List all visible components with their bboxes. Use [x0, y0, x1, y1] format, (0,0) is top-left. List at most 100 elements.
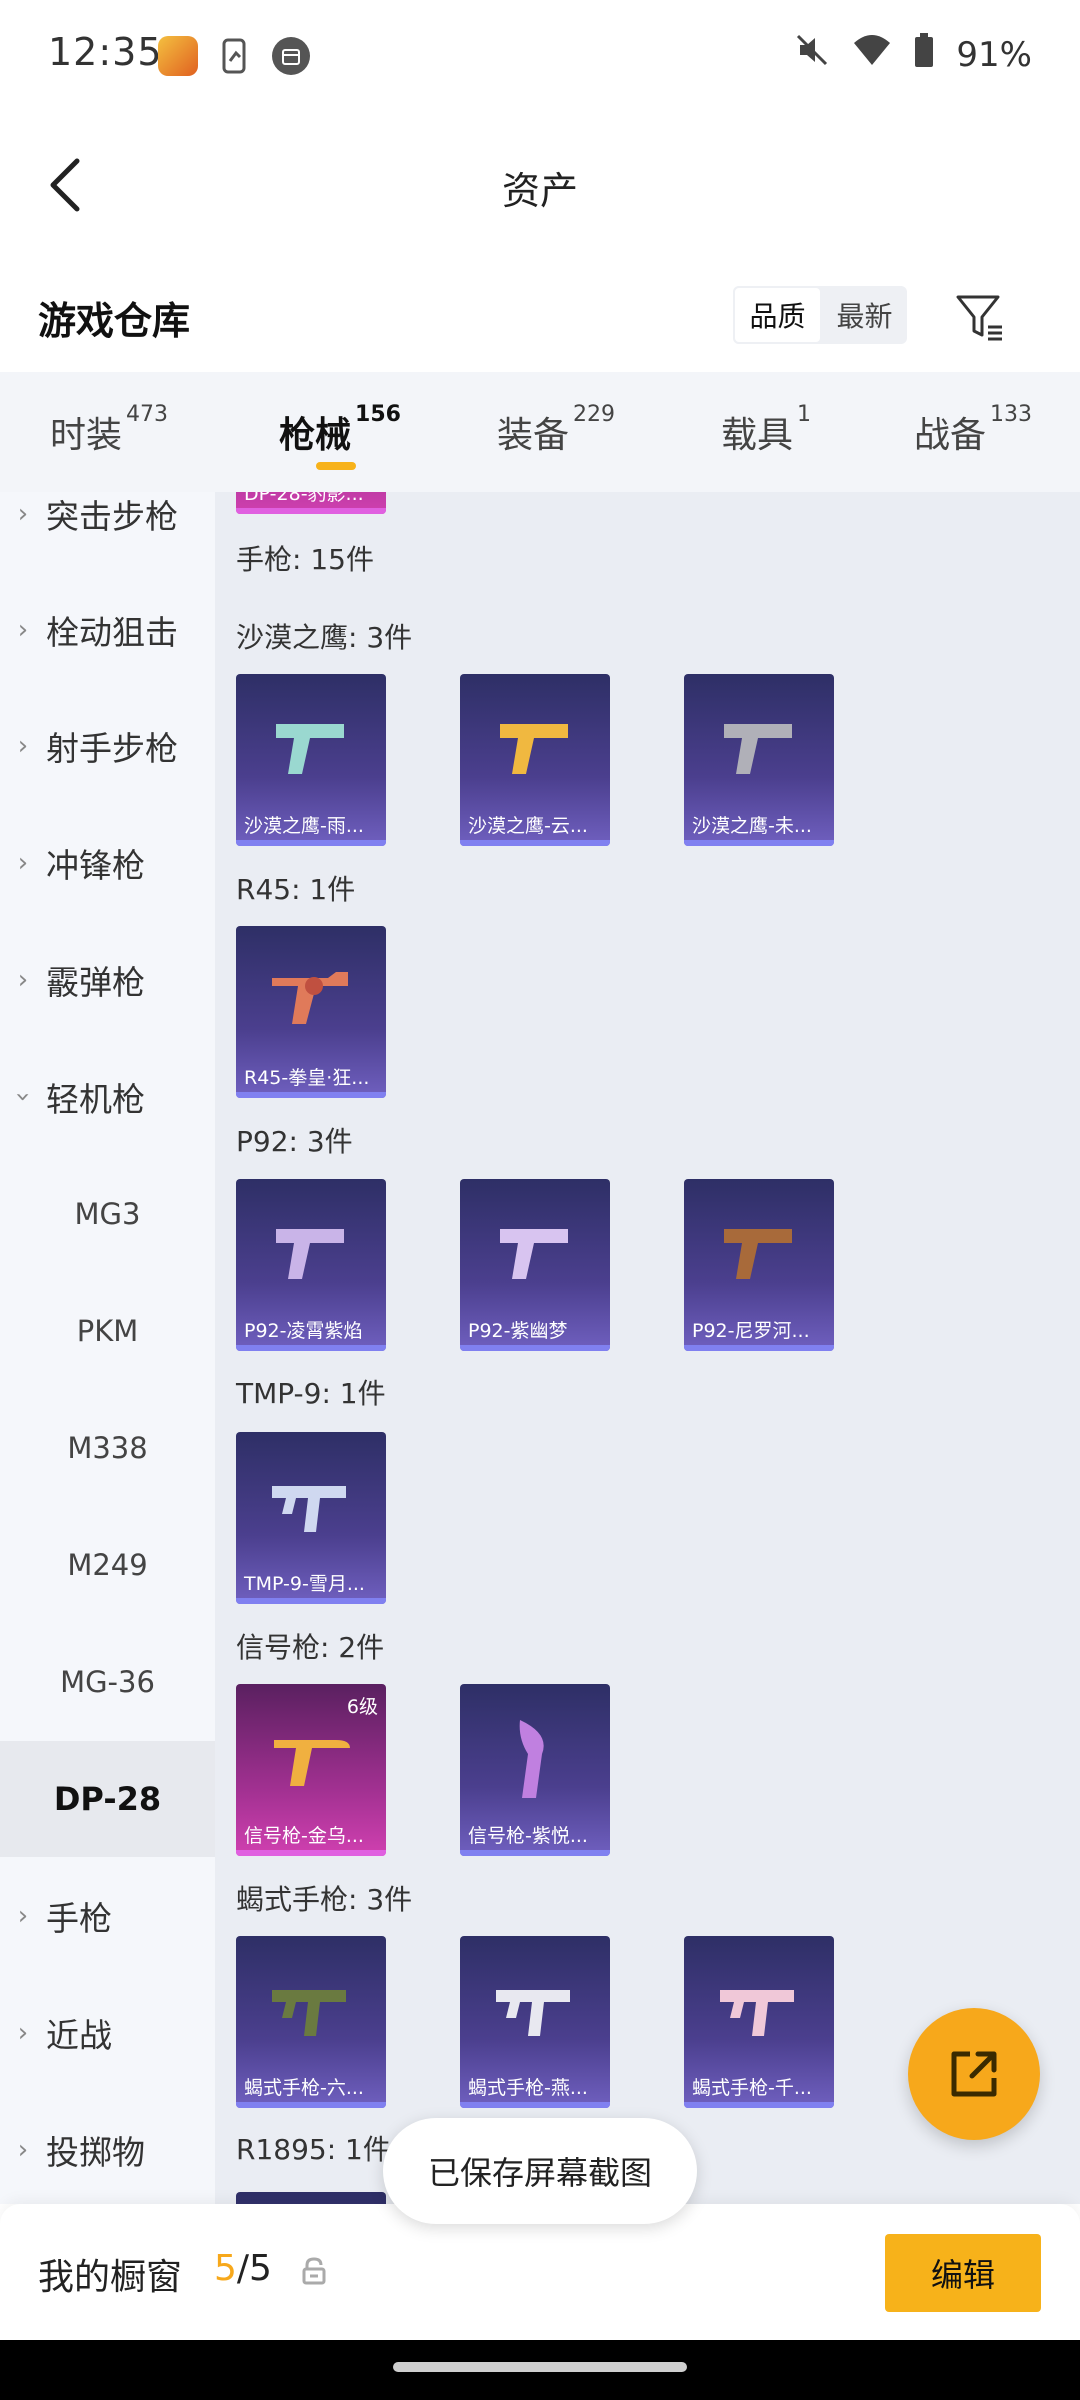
tab-count: 156: [355, 402, 401, 427]
showcase-current: 5: [214, 2248, 237, 2289]
sidebar-sub-mg36[interactable]: MG-36: [0, 1624, 215, 1740]
status-time: 12:35: [48, 30, 163, 74]
sidebar-item-shotgun[interactable]: › 霰弹枪: [0, 922, 215, 1038]
rarity-band: [684, 1345, 834, 1351]
rarity-band: [236, 2102, 386, 2108]
tab-label: 枪械: [279, 415, 352, 456]
weapon-card-name: 蝎式手枪-千...: [692, 2077, 812, 2099]
sidebar-sub-mg3[interactable]: MG3: [0, 1156, 215, 1272]
edit-button[interactable]: 编辑: [885, 2234, 1041, 2312]
showcase-label: 我的橱窗: [38, 2257, 183, 2298]
sidebar-item-label: 轻机枪: [46, 1080, 145, 1119]
app-header: 资产: [0, 110, 1080, 260]
sidebar-sub-pkm[interactable]: PKM: [0, 1273, 215, 1389]
share-button[interactable]: [908, 2008, 1040, 2140]
pistol-section-title: 手枪: 15件: [236, 543, 374, 576]
sort-quality-button[interactable]: 品质: [733, 286, 822, 344]
weapon-card[interactable]: P92-凌霄紫焰: [236, 1179, 386, 1351]
weapon-card-name: 沙漠之鹰-云...: [468, 815, 588, 837]
showcase-bar: 我的橱窗 5/5 编辑: [0, 2204, 1080, 2340]
rarity-band: [460, 1345, 610, 1351]
weapon-card[interactable]: 蝎式手枪-燕...: [460, 1936, 610, 2108]
weapon-card-name: 蝎式手枪-燕...: [468, 2077, 588, 2099]
weapon-card[interactable]: 沙漠之鹰-未...: [684, 674, 834, 846]
weapon-card-name: 蝎式手枪-六...: [244, 2077, 364, 2099]
weapon-card[interactable]: 沙漠之鹰-雨...: [236, 674, 386, 846]
filter-button[interactable]: [945, 282, 1015, 352]
status-bar: 12:35 91%: [0, 0, 1080, 110]
group-title: R45: 1件: [236, 873, 356, 906]
screenshot-saved-toast: 已保存屏幕截图: [383, 2118, 697, 2224]
weapon-card-name: 信号枪-金乌...: [244, 1825, 364, 1847]
weapon-card[interactable]: R45-拳皇·狂...: [236, 926, 386, 1098]
chevron-right-icon: ›: [17, 848, 29, 878]
sidebar-item-assault-rifle[interactable]: › 突击步枪: [0, 492, 215, 572]
weapon-card[interactable]: 蝎式手枪-六...: [236, 1936, 386, 2108]
sidebar-item-melee[interactable]: › 近战: [0, 1975, 215, 2091]
sidebar-item-throwable[interactable]: › 投掷物: [0, 2092, 215, 2204]
weapon-card[interactable]: TMP-9-雪月...: [236, 1432, 386, 1604]
active-tab-indicator: [316, 462, 356, 470]
sort-newest-button[interactable]: 最新: [822, 286, 907, 344]
sidebar-sub-dp28[interactable]: DP-28: [0, 1741, 215, 1857]
rarity-band: [236, 840, 386, 846]
weapon-card-name: P92-紫幽梦: [468, 1320, 568, 1342]
rarity-band: [236, 1345, 386, 1351]
sidebar-item-lmg[interactable]: › 轻机枪: [0, 1039, 215, 1155]
weapon-card-name: 沙漠之鹰-雨...: [244, 815, 364, 837]
chevron-right-icon: ›: [17, 731, 29, 761]
filter-icon: [956, 295, 1002, 341]
weapon-grid: DP-28-豹影... 手枪: 15件 沙漠之鹰: 3件 沙漠之鹰-雨... 沙…: [215, 492, 1080, 2204]
weapon-card[interactable]: 沙漠之鹰-云...: [460, 674, 610, 846]
tab-gear[interactable]: 战备133: [914, 402, 1032, 458]
group-title: TMP-9: 1件: [236, 1377, 386, 1410]
battery-percent: 91%: [956, 34, 1032, 75]
pistol-icon: [500, 724, 568, 774]
tab-vehicles[interactable]: 载具1: [721, 402, 811, 458]
rarity-band: [460, 840, 610, 846]
pistol-icon: [724, 724, 792, 774]
weapon-card[interactable]: P92-尼罗河...: [684, 1179, 834, 1351]
weapon-card[interactable]: DP-28-豹影...: [236, 492, 386, 514]
weapon-card[interactable]: P92-紫幽梦: [460, 1179, 610, 1351]
weapon-card[interactable]: [236, 2192, 386, 2204]
home-gesture-pill[interactable]: [393, 2362, 687, 2372]
chevron-right-icon: ›: [17, 615, 29, 645]
sidebar-item-pistol[interactable]: › 手枪: [0, 1858, 215, 1974]
sidebar-sub-m249[interactable]: M249: [0, 1507, 215, 1623]
sidebar-item-smg[interactable]: › 冲锋枪: [0, 805, 215, 921]
sidebar-sub-m338[interactable]: M338: [0, 1390, 215, 1506]
game-app-icon: [158, 36, 198, 76]
smg-icon: [272, 1990, 346, 2036]
revolver-icon: [272, 972, 348, 1024]
page-title: 资产: [501, 169, 578, 213]
chevron-right-icon: ›: [17, 965, 29, 995]
sidebar-item-marksman-rifle[interactable]: › 射手步枪: [0, 688, 215, 804]
tab-equipment[interactable]: 装备229: [497, 402, 615, 458]
weapon-card-name: TMP-9-雪月...: [244, 1573, 365, 1595]
weapon-card[interactable]: 蝎式手枪-千...: [684, 1936, 834, 2108]
weapon-card-name: DP-28-豹影...: [244, 492, 364, 505]
rarity-band: [684, 840, 834, 846]
chevron-right-icon: ›: [17, 2135, 29, 2165]
chevron-down-icon: ›: [8, 1091, 38, 1103]
system-nav-bar: [0, 2340, 1080, 2400]
wifi-icon: [852, 33, 892, 76]
weapon-card-name: P92-凌霄紫焰: [244, 1320, 363, 1342]
tab-fashion[interactable]: 时装473: [50, 402, 168, 458]
weapon-card[interactable]: 6级 信号枪-金乌...: [236, 1684, 386, 1856]
sidebar-item-label: 射手步枪: [46, 729, 178, 768]
sidebar-item-label: 手枪: [46, 1899, 112, 1938]
sidebar-item-bolt-sniper[interactable]: › 栓动狙击: [0, 572, 215, 688]
chevron-right-icon: ›: [17, 2018, 29, 2048]
pistol-icon: [500, 1229, 568, 1279]
tab-firearms[interactable]: 枪械156: [279, 402, 401, 458]
showcase-total: /5: [236, 2248, 272, 2289]
chevron-right-icon: ›: [17, 499, 29, 529]
weapon-card[interactable]: 信号枪-紫悦...: [460, 1684, 610, 1856]
mute-icon: [794, 32, 830, 77]
category-tabs: 时装473 枪械156 装备229 载具1 战备133: [0, 372, 1080, 492]
tab-label: 装备: [497, 415, 570, 456]
status-icons-left: [158, 36, 310, 76]
rarity-band: [460, 2102, 610, 2108]
